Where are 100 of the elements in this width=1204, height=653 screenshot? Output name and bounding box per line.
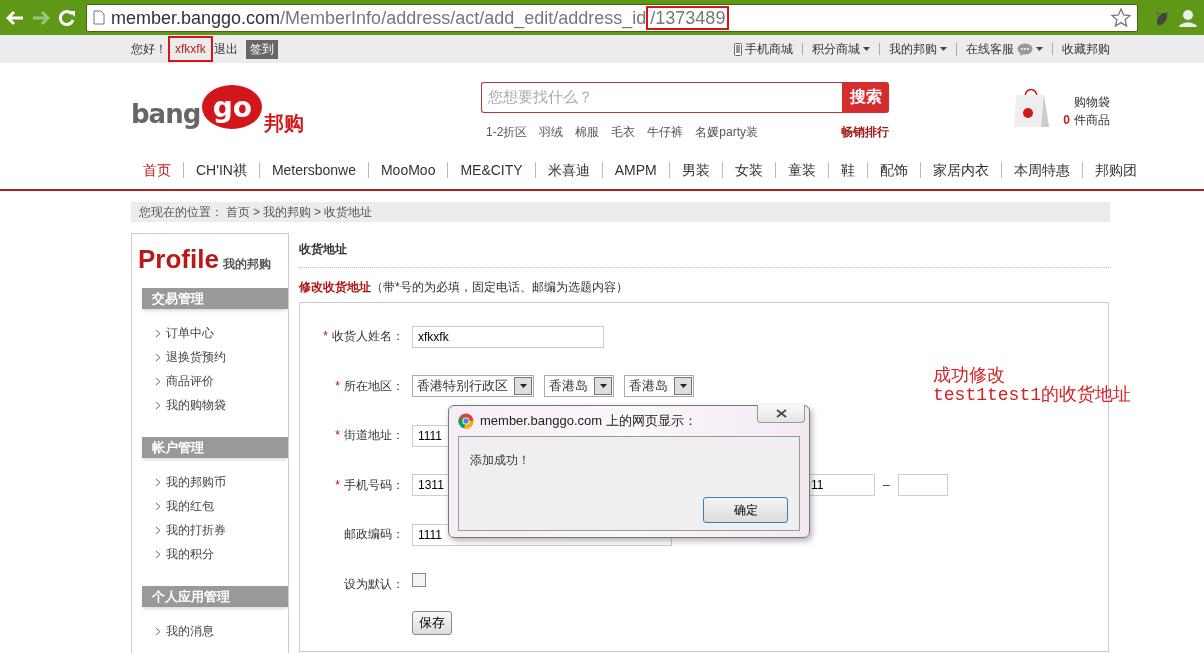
chevron-icon bbox=[155, 328, 161, 338]
region-select[interactable]: 香港岛 bbox=[624, 375, 694, 398]
sidebar-item[interactable]: 我的打折券 bbox=[155, 518, 288, 542]
nav-tab[interactable]: 首页 bbox=[131, 162, 183, 178]
person-icon bbox=[1178, 7, 1198, 28]
nav-tab[interactable]: CH'IN祺 bbox=[183, 162, 259, 178]
nav-tab[interactable]: 米喜迪 bbox=[534, 162, 602, 178]
breadcrumb-separator: > bbox=[314, 205, 322, 219]
sidebar-item[interactable]: 我的红包 bbox=[155, 494, 288, 518]
breadcrumb-link[interactable]: 收货地址 bbox=[324, 203, 373, 221]
star-icon bbox=[1111, 8, 1131, 27]
top-link[interactable]: 我的邦购 bbox=[879, 43, 956, 55]
nav-tab[interactable]: Metersbonwe bbox=[258, 162, 368, 178]
hot-word-link[interactable]: 羽绒 bbox=[539, 124, 564, 141]
sidebar-item[interactable]: 商品评价 bbox=[155, 369, 288, 393]
nav-tab[interactable]: 男装 bbox=[668, 162, 722, 178]
greeting-text: 您好！ bbox=[131, 40, 167, 58]
default-checkbox[interactable] bbox=[412, 573, 426, 588]
top-link[interactable]: 手机商城 bbox=[725, 42, 802, 56]
breadcrumb-label: 您现在的位置： bbox=[139, 203, 223, 221]
extension-field[interactable] bbox=[897, 474, 948, 497]
sidebar-group-header: 交易管理 bbox=[142, 288, 288, 309]
phone-icon bbox=[734, 42, 742, 56]
field-label: * 街道地址： bbox=[334, 427, 405, 445]
nav-tab[interactable]: AMPM bbox=[601, 162, 669, 178]
dialog-message: 添加成功！ bbox=[470, 452, 530, 469]
ok-button[interactable]: 确定 bbox=[703, 497, 788, 523]
nav-tab[interactable]: ME&CITY bbox=[447, 162, 535, 178]
caret-icon bbox=[940, 47, 947, 51]
region-select[interactable]: 香港岛 bbox=[544, 375, 614, 398]
annotation-text: 成功修改 bbox=[933, 365, 1006, 385]
region-select[interactable]: 香港特别行政区 bbox=[412, 375, 534, 398]
nav-tab[interactable]: 鞋 bbox=[827, 162, 867, 178]
chevron-icon bbox=[155, 626, 161, 636]
hot-word-link[interactable]: 毛衣 bbox=[611, 124, 636, 141]
edit-title: 修改收货地址 bbox=[299, 279, 371, 296]
caret-icon bbox=[679, 384, 687, 389]
bestseller-link[interactable]: 畅销排行 bbox=[841, 124, 889, 141]
url-path: /MemberInfo/address/act/add_edit/address_id bbox=[280, 7, 647, 28]
sidebar-item[interactable]: 我的消息 bbox=[155, 619, 288, 643]
profile-subtitle: 我的邦购 bbox=[222, 256, 271, 273]
nav-tab[interactable]: 邦购团 bbox=[1081, 162, 1149, 178]
field-label: 设为默认： bbox=[343, 575, 405, 593]
banggo-logo[interactable]: bang go 邦购 bbox=[131, 81, 481, 133]
save-button[interactable]: 保存 bbox=[412, 611, 452, 635]
text-field[interactable]: xfkxfk bbox=[412, 325, 604, 348]
address-bar[interactable]: member.banggo.com/MemberInfo/address/act/add_edit/address_id /1373489 bbox=[86, 3, 1138, 32]
search-button[interactable]: 搜索 bbox=[842, 82, 889, 113]
caret-icon bbox=[519, 384, 527, 389]
breadcrumb-link[interactable]: 我的邦购 bbox=[263, 203, 311, 221]
close-button[interactable] bbox=[757, 405, 805, 423]
field-label: * 收货人姓名： bbox=[322, 328, 405, 346]
reload-icon bbox=[58, 8, 76, 27]
nav-tab[interactable]: 本周特惠 bbox=[1000, 162, 1082, 178]
sidebar-item[interactable]: 退换货预约 bbox=[155, 345, 288, 369]
top-link[interactable]: 收藏邦购 bbox=[1052, 43, 1110, 55]
chevron-icon bbox=[155, 549, 161, 559]
caret-icon bbox=[1036, 47, 1043, 51]
section-heading: 收货地址 bbox=[299, 233, 1109, 268]
signin-button[interactable]: 签到 bbox=[245, 39, 278, 59]
logout-link[interactable]: 退出 bbox=[213, 40, 238, 58]
chevron-icon bbox=[155, 525, 161, 535]
breadcrumb-link[interactable]: 首页 bbox=[226, 203, 250, 221]
profile-title: Profile bbox=[138, 244, 219, 275]
breadcrumb-separator: > bbox=[253, 205, 260, 219]
nav-tab[interactable]: 家居内衣 bbox=[919, 162, 1001, 178]
nav-tab[interactable]: 女装 bbox=[721, 162, 775, 178]
sidebar-group-header: 帐户管理 bbox=[142, 437, 288, 458]
close-icon bbox=[775, 409, 787, 418]
sidebar-item[interactable]: 订单中心 bbox=[155, 321, 288, 345]
top-link[interactable]: 积分商城 bbox=[802, 43, 879, 55]
hot-word-link[interactable]: 牛仔裤 bbox=[647, 124, 684, 141]
username-link[interactable]: xfkxfk bbox=[168, 36, 213, 62]
sidebar-item[interactable]: 我的邦购币 bbox=[155, 470, 288, 494]
field-label: * 所在地区： bbox=[334, 377, 405, 395]
hot-word-link[interactable]: 名媛party装 bbox=[695, 124, 759, 141]
nav-tab[interactable]: 配饰 bbox=[866, 162, 920, 178]
hot-word-link[interactable]: 棉服 bbox=[575, 124, 600, 141]
sidebar-item[interactable]: 我的积分 bbox=[155, 542, 288, 566]
caret-icon bbox=[863, 47, 870, 51]
top-link[interactable]: 在线客服 bbox=[956, 42, 1052, 56]
search-field[interactable]: 您想要找什么？ bbox=[481, 82, 842, 113]
cart-title[interactable]: 购物袋 bbox=[1063, 93, 1110, 111]
chevron-icon bbox=[155, 477, 161, 487]
chevron-icon bbox=[155, 376, 161, 386]
nav-tab[interactable]: MooMoo bbox=[367, 162, 448, 178]
page-icon bbox=[93, 10, 105, 25]
chat-bubble-icon bbox=[1017, 42, 1033, 56]
sidebar-item[interactable]: 我的购物袋 bbox=[155, 393, 288, 417]
chevron-icon bbox=[155, 501, 161, 511]
sidebar-group-header: 个人应用管理 bbox=[142, 586, 288, 607]
nav-tab[interactable]: 童装 bbox=[774, 162, 828, 178]
chevron-icon bbox=[155, 352, 161, 362]
hot-word-link[interactable]: 1-2折区 bbox=[486, 124, 528, 141]
url-host: member.banggo.com bbox=[111, 7, 281, 28]
cart-count-text: 0 件商品 bbox=[1063, 112, 1110, 129]
url-id: /1373489 bbox=[646, 5, 730, 30]
dialog-title: member.banggo.com 上的网页显示： bbox=[480, 412, 697, 430]
back-icon bbox=[6, 9, 24, 26]
field-label: * 手机号码： bbox=[334, 476, 405, 494]
